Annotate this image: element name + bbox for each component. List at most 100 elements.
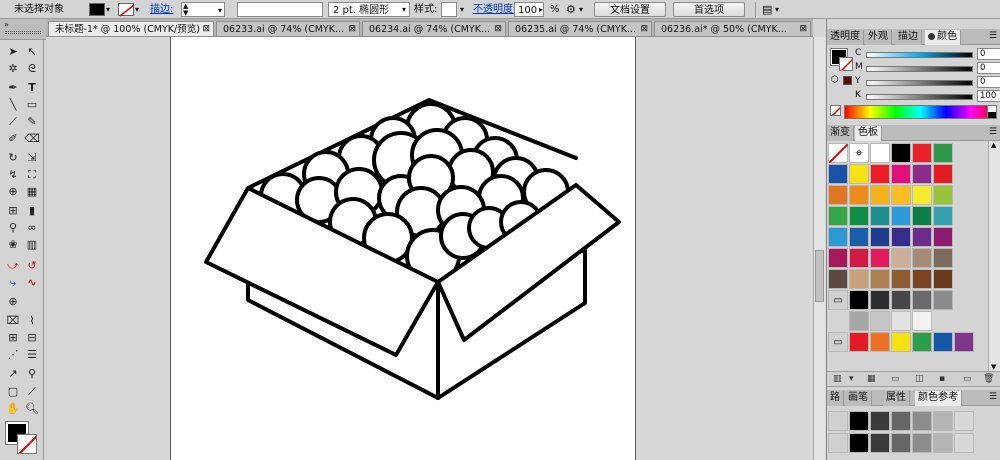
stroke-color-swatch[interactable] bbox=[118, 3, 135, 17]
color-swatch[interactable] bbox=[849, 269, 869, 289]
artboard[interactable] bbox=[170, 37, 636, 460]
color-guide-swatch[interactable] bbox=[828, 433, 848, 453]
color-swatch[interactable] bbox=[933, 164, 953, 184]
color-guide-swatch[interactable] bbox=[849, 433, 869, 453]
channel-value[interactable]: 0 bbox=[977, 48, 1000, 60]
gray-swatch[interactable] bbox=[849, 311, 869, 331]
color-swatch[interactable] bbox=[933, 269, 953, 289]
color-swatch[interactable] bbox=[870, 227, 890, 247]
blob-brush-tool-icon[interactable]: ✐ bbox=[4, 131, 22, 147]
none-swatch[interactable] bbox=[828, 143, 849, 164]
close-tab-icon[interactable]: ⊠ bbox=[494, 22, 502, 36]
scroll-down-icon[interactable]: ▼ bbox=[991, 363, 996, 371]
arrange-dropdown-arrow[interactable]: ▾ bbox=[775, 2, 779, 17]
paintbrush-tool-icon[interactable]: ⟋ bbox=[4, 114, 22, 130]
free-transform-tool-icon[interactable]: ⛶ bbox=[23, 167, 41, 183]
blend-tool-icon[interactable]: ∞ bbox=[23, 220, 41, 236]
white-swatch[interactable] bbox=[870, 143, 890, 163]
list-tool-icon[interactable]: ☰ bbox=[23, 347, 41, 363]
tab-swatches[interactable]: 色板 bbox=[855, 126, 882, 141]
opacity-label[interactable]: 不透明度: bbox=[473, 2, 516, 17]
black-swatch[interactable] bbox=[891, 143, 911, 163]
blue-path-tool-icon[interactable]: ⤷ bbox=[4, 275, 22, 291]
red-curve-tool-icon[interactable]: ↺ bbox=[23, 258, 41, 274]
graphic-style-swatch[interactable] bbox=[441, 2, 457, 17]
color-swatch[interactable] bbox=[933, 248, 953, 268]
stroke-swatch[interactable] bbox=[17, 434, 37, 454]
brush-dropdown-arrow[interactable]: ▾ bbox=[402, 2, 406, 17]
preferences-button[interactable]: 首选项 bbox=[673, 2, 745, 17]
eyedropper-alt-tool-icon[interactable]: ⚲ bbox=[23, 366, 41, 382]
channel-slider[interactable] bbox=[866, 52, 973, 58]
fill-color-swatch[interactable] bbox=[89, 3, 105, 16]
color-swatch[interactable] bbox=[828, 269, 848, 289]
direct-selection-tool-icon[interactable]: ↖ bbox=[23, 44, 41, 60]
warp-tool-icon[interactable]: ↯ bbox=[4, 167, 22, 183]
yellow-slider-row[interactable]: Y0 bbox=[852, 76, 1000, 89]
swatch-options-icon[interactable]: ▦ bbox=[867, 374, 876, 384]
color-swatch[interactable] bbox=[849, 206, 869, 226]
brush-definition-field[interactable]: 2 pt. 椭圆形 bbox=[328, 2, 410, 17]
slice-tool-icon[interactable]: ⌇ bbox=[23, 313, 41, 329]
color-swatch[interactable] bbox=[912, 227, 932, 247]
color-guide-swatch[interactable] bbox=[849, 411, 869, 431]
close-tab-icon[interactable]: ⊠ bbox=[202, 22, 210, 36]
tab-transparency[interactable]: 透明度 bbox=[827, 30, 864, 45]
color-swatch[interactable] bbox=[828, 185, 848, 205]
color-swatch[interactable] bbox=[891, 227, 911, 247]
eraser-tool-icon[interactable]: ⌫ bbox=[23, 131, 41, 147]
collapse-icon[interactable]: » bbox=[4, 20, 9, 29]
swatch-libraries-menu-icon[interactable]: ▥ bbox=[833, 374, 842, 384]
white-black-swatches[interactable] bbox=[987, 105, 997, 119]
color-swatch[interactable] bbox=[870, 185, 890, 205]
color-spectrum-bar[interactable] bbox=[844, 105, 997, 119]
gradient-tool-icon[interactable]: ▮ bbox=[23, 203, 41, 219]
color-swatch[interactable] bbox=[912, 143, 932, 163]
channel-value[interactable]: 0 bbox=[977, 62, 1000, 74]
knife-tool-icon[interactable]: ⟋ bbox=[23, 384, 41, 400]
cursor-tool-icon[interactable]: ↗ bbox=[4, 366, 22, 382]
tab-color-guide[interactable]: 颜色参考 bbox=[915, 391, 962, 406]
chart-tool-icon[interactable]: ⋰ bbox=[4, 347, 22, 363]
registration-swatch[interactable]: ⌖ bbox=[849, 143, 869, 163]
eyedropper-tool-icon[interactable]: ⚲ bbox=[4, 220, 22, 236]
gray-swatch[interactable] bbox=[870, 311, 890, 331]
color-swatch[interactable] bbox=[912, 269, 932, 289]
color-swatch[interactable] bbox=[891, 206, 911, 226]
channel-slider[interactable] bbox=[866, 80, 973, 86]
color-swatch[interactable] bbox=[912, 248, 932, 268]
color-guide-swatch[interactable] bbox=[954, 433, 974, 453]
symbol-sprayer-tool-icon[interactable]: ❀ bbox=[4, 237, 22, 253]
close-tab-icon[interactable]: ⊠ bbox=[640, 22, 648, 36]
color-swatch[interactable] bbox=[870, 206, 890, 226]
document-tab[interactable]: 06236.ai* @ 50% (CMYK... ⊠ bbox=[654, 21, 811, 36]
gray-swatch[interactable] bbox=[870, 290, 890, 310]
color-swatch[interactable] bbox=[849, 164, 869, 184]
color-swatch[interactable] bbox=[828, 164, 848, 184]
bright-swatch[interactable] bbox=[954, 332, 974, 352]
gray-swatch[interactable] bbox=[849, 290, 869, 310]
tab-stroke[interactable]: 描边 bbox=[895, 30, 922, 45]
zoom-tool-icon[interactable]: 🔍︎ bbox=[23, 401, 41, 417]
color-swatch[interactable] bbox=[912, 185, 932, 205]
bright-swatch[interactable] bbox=[891, 332, 911, 352]
color-swatch[interactable] bbox=[870, 269, 890, 289]
recolor-dropdown-arrow[interactable]: ▾ bbox=[579, 2, 583, 17]
panel-menu-icon[interactable]: ☰ bbox=[989, 127, 997, 137]
stroke-preview[interactable] bbox=[839, 57, 853, 71]
close-tab-icon[interactable]: ⊠ bbox=[348, 22, 356, 36]
tab-appearance[interactable]: 外观 bbox=[865, 30, 892, 45]
grid-tool-icon[interactable]: ⊞ bbox=[4, 330, 22, 346]
color-swatch[interactable] bbox=[828, 227, 848, 247]
scrollbar-thumb[interactable] bbox=[815, 250, 824, 302]
channel-slider[interactable] bbox=[866, 66, 973, 72]
color-swatch[interactable] bbox=[828, 248, 848, 268]
shape-builder-tool-icon[interactable]: ⊕ bbox=[4, 184, 22, 200]
bright-swatch[interactable] bbox=[849, 332, 869, 352]
table-tool-icon[interactable]: ⊟ bbox=[23, 330, 41, 346]
lasso-tool-icon[interactable]: ᘓ bbox=[23, 61, 41, 77]
color-guide-swatch[interactable] bbox=[828, 411, 848, 431]
canvas-vertical-scrollbar[interactable] bbox=[813, 37, 825, 460]
document-tab[interactable]: 06233.ai @ 74% (CMYK... ⊠ bbox=[216, 21, 360, 36]
color-swatch[interactable] bbox=[870, 164, 890, 184]
